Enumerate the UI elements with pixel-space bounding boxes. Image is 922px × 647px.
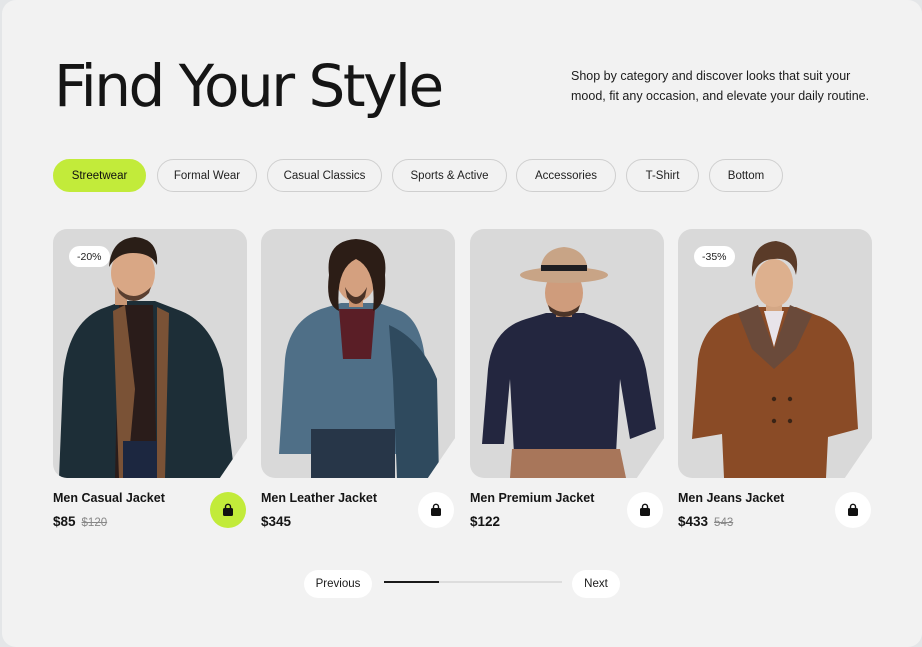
model-figure [279, 239, 439, 478]
product-card[interactable]: Men Premium Jacket $122 [470, 229, 664, 534]
category-chip-t-shirt[interactable]: T-Shirt [626, 159, 699, 192]
current-price: $345 [261, 514, 292, 529]
original-price: 543 [714, 517, 734, 529]
original-price: $120 [81, 517, 108, 529]
product-name[interactable]: Men Premium Jacket [470, 491, 594, 505]
product-price: $85 $120 [53, 514, 107, 529]
product-name[interactable]: Men Jeans Jacket [678, 491, 784, 505]
current-price: $122 [470, 514, 501, 529]
category-chip-streetwear[interactable]: Streetwear [53, 159, 146, 192]
carousel-progress-track[interactable] [384, 581, 562, 583]
product-image[interactable]: -20% [53, 229, 247, 478]
carousel-progress-fill [384, 581, 440, 583]
current-price: $433 [678, 514, 709, 529]
category-chip-formal-wear[interactable]: Formal Wear [157, 159, 257, 192]
shopping-bag-icon [848, 503, 858, 516]
product-image[interactable]: -35% [678, 229, 872, 478]
product-card[interactable]: -35% Men Jeans Jacket $433 543 [678, 229, 872, 534]
product-price: $433 543 [678, 514, 733, 529]
product-card[interactable]: -20% Men Casual Jacket $85 $120 [53, 229, 247, 534]
category-chip-sports-active[interactable]: Sports & Active [392, 159, 507, 192]
category-chip-bottom[interactable]: Bottom [709, 159, 783, 192]
product-price: $345 [261, 514, 297, 529]
discount-badge: -20% [69, 246, 110, 267]
discount-badge: -35% [694, 246, 735, 267]
category-chip-casual-classics[interactable]: Casual Classics [267, 159, 382, 192]
product-name[interactable]: Men Leather Jacket [261, 491, 377, 505]
add-to-cart-button[interactable] [418, 492, 454, 528]
page-subtitle: Shop by category and discover looks that… [571, 69, 870, 103]
product-name[interactable]: Men Casual Jacket [53, 491, 165, 505]
add-to-cart-button[interactable] [210, 492, 246, 528]
product-image[interactable] [470, 229, 664, 478]
model-figure [482, 247, 656, 478]
shopping-bag-icon [431, 503, 441, 516]
page-title: Find Your Style [54, 52, 444, 120]
current-price: $85 [53, 514, 76, 529]
next-button[interactable]: Next [572, 570, 620, 598]
product-image[interactable] [261, 229, 455, 478]
shopping-bag-icon [640, 503, 650, 516]
add-to-cart-button[interactable] [835, 492, 871, 528]
product-price: $122 [470, 514, 506, 529]
shopping-bag-icon [223, 503, 233, 516]
product-card[interactable]: Men Leather Jacket $345 [261, 229, 455, 534]
category-chip-accessories[interactable]: Accessories [516, 159, 616, 192]
add-to-cart-button[interactable] [627, 492, 663, 528]
previous-button[interactable]: Previous [304, 570, 372, 598]
page: Find Your Style Shop by category and dis… [2, 0, 922, 647]
